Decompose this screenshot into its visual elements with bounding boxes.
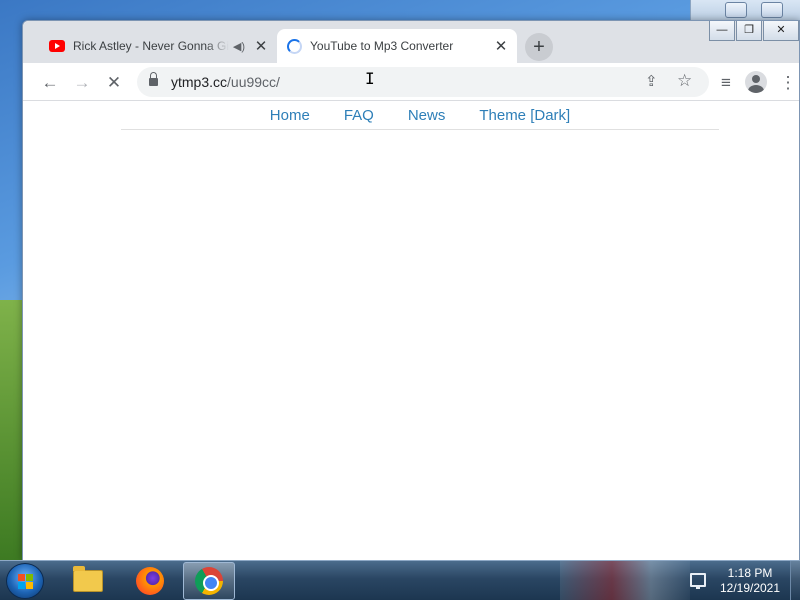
audio-playing-icon[interactable]: ◀): [233, 40, 245, 53]
tab-title: Rick Astley - Never Gonna Give You Up: [73, 39, 229, 53]
browser-window: Rick Astley - Never Gonna Give You Up ◀)…: [22, 20, 800, 561]
browser-toolbar: ← → ✕ ytmp3.cc/uu99cc/ ⇪ ☆ ≡ ⋮ I: [23, 63, 799, 101]
window-close-button[interactable]: ✕: [763, 21, 799, 41]
firefox-icon: [136, 567, 164, 595]
background-window-close[interactable]: [761, 2, 783, 18]
profile-avatar-icon[interactable]: [745, 71, 767, 93]
close-icon[interactable]: ✕: [253, 38, 269, 54]
windows-logo-icon: [18, 574, 34, 590]
tab-youtube-video[interactable]: Rick Astley - Never Gonna Give You Up ◀)…: [39, 29, 277, 63]
stop-loading-icon[interactable]: ✕: [101, 69, 127, 95]
window-controls: — ❐ ✕: [708, 21, 799, 43]
nav-link-faq[interactable]: FAQ: [344, 106, 374, 129]
taskbar-chrome[interactable]: [183, 562, 235, 600]
chrome-icon: [195, 567, 223, 595]
minimize-button[interactable]: —: [709, 21, 735, 41]
nav-link-home[interactable]: Home: [270, 106, 310, 129]
bookmark-star-icon[interactable]: ☆: [677, 71, 692, 91]
nav-link-theme-toggle[interactable]: Theme [Dark]: [479, 106, 570, 129]
text-cursor-icon: I: [365, 69, 375, 88]
menu-kebab-icon[interactable]: ⋮: [775, 69, 800, 95]
new-tab-button[interactable]: +: [525, 33, 553, 61]
forward-arrow-icon[interactable]: →: [69, 69, 95, 95]
clock-date: 12/19/2021: [719, 581, 781, 595]
clock-time: 1:18 PM: [727, 566, 773, 580]
nav-link-news[interactable]: News: [408, 106, 446, 129]
desktop-wallpaper: [0, 300, 24, 560]
background-window-minimize[interactable]: [725, 2, 747, 18]
address-bar[interactable]: ytmp3.cc/uu99cc/ ⇪ ☆: [137, 67, 709, 97]
close-icon[interactable]: ✕: [493, 38, 509, 54]
taskbar: 1:18 PM 12/19/2021: [0, 560, 800, 600]
media-control-icon[interactable]: ≡: [713, 69, 739, 95]
url-host: ytmp3.cc: [171, 74, 228, 90]
page-content: Home FAQ News Theme [Dark]: [23, 102, 799, 561]
show-desktop-button[interactable]: [790, 561, 800, 600]
youtube-icon: [49, 40, 65, 52]
lock-icon[interactable]: [149, 72, 158, 87]
back-arrow-icon[interactable]: ←: [37, 69, 63, 95]
taskbar-background-image: [560, 561, 690, 600]
tab-ytmp3-converter[interactable]: YouTube to Mp3 Converter ✕: [277, 29, 517, 63]
site-navigation: Home FAQ News Theme [Dark]: [121, 106, 719, 130]
system-clock[interactable]: 1:18 PM 12/19/2021: [712, 566, 788, 596]
windows-explorer-icon: [73, 566, 103, 592]
share-icon[interactable]: ⇪: [645, 72, 658, 90]
loading-spinner-icon: [287, 38, 302, 54]
taskbar-firefox[interactable]: [124, 562, 176, 600]
tab-title: YouTube to Mp3 Converter: [310, 39, 454, 53]
maximize-button[interactable]: ❐: [736, 21, 762, 41]
background-window-titlebar: [690, 0, 800, 22]
start-button[interactable]: [6, 563, 44, 599]
tab-strip: Rick Astley - Never Gonna Give You Up ◀)…: [23, 21, 799, 63]
taskbar-explorer[interactable]: [62, 562, 114, 600]
network-icon[interactable]: [690, 573, 706, 589]
url-path: /uu99cc/: [227, 74, 280, 90]
url-text[interactable]: ytmp3.cc/uu99cc/: [171, 74, 280, 90]
